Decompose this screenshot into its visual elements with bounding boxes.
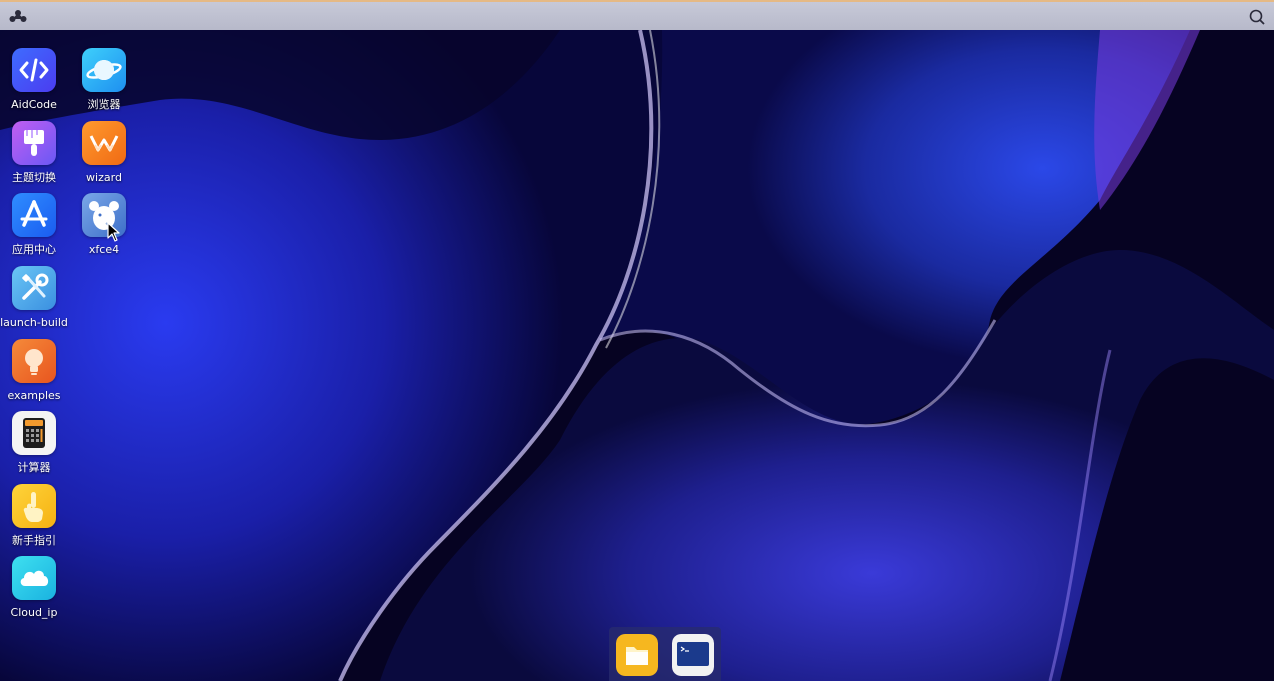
desktop-icon-label: xfce4 [88, 243, 120, 256]
wizard-logo-icon [89, 135, 119, 152]
desktop-icon-label: wizard [86, 171, 122, 184]
mouse-cursor-icon [107, 222, 120, 242]
calculator-icon [23, 418, 45, 448]
tools-icon [22, 273, 49, 300]
desktop-icon-label: launch-build [0, 316, 68, 329]
dock-item-terminal[interactable] [672, 634, 714, 676]
desktop-icon-label: 新手指引 [12, 534, 56, 547]
folder-icon [616, 634, 658, 676]
cloud-icon [20, 570, 49, 586]
dock [609, 627, 721, 681]
desktop-icon-examples[interactable]: examples [0, 339, 69, 407]
lightbulb-icon [25, 349, 43, 375]
desktop-icon-calculator[interactable]: 计算器 [0, 411, 69, 479]
code-icon [19, 58, 49, 82]
desktop-icon-label: AidCode [11, 98, 57, 111]
system-logo-icon[interactable] [8, 8, 28, 24]
desktop-icon-launch-build[interactable]: launch-build [0, 266, 69, 334]
dock-item-file-manager[interactable] [616, 634, 658, 676]
desktop-icon-label: 主题切换 [12, 171, 56, 184]
desktop-wallpaper [0, 0, 1274, 681]
planet-icon [86, 60, 122, 80]
desktop-icon-label: examples [7, 389, 61, 402]
desktop-icon-label: Cloud_ip [10, 606, 58, 619]
desktop-icon-beginner-guide[interactable]: 新手指引 [0, 484, 69, 552]
hand-pointer-icon [23, 492, 43, 522]
desktop-icon-cloud-ip[interactable]: Cloud_ip [0, 556, 69, 624]
desktop-icon-label: 浏览器 [87, 98, 121, 111]
desktop-icon-xfce4[interactable]: xfce4 [69, 193, 139, 261]
top-panel [0, 0, 1274, 30]
desktop-icon-aidcode[interactable]: AidCode [0, 48, 69, 116]
desktop-icon-theme-switch[interactable]: 主题切换 [0, 121, 69, 189]
desktop-icon-app-center[interactable]: 应用中心 [0, 193, 69, 261]
desktop-icon-label: 应用中心 [12, 243, 56, 256]
search-icon[interactable] [1248, 8, 1266, 26]
paintbrush-icon [24, 130, 44, 156]
desktop-icon-label: 计算器 [17, 461, 51, 474]
app-store-icon [20, 200, 48, 227]
terminal-icon [672, 634, 714, 676]
desktop-icon-browser[interactable]: 浏览器 [69, 48, 139, 116]
desktop-icon-wizard[interactable]: wizard [69, 121, 139, 189]
